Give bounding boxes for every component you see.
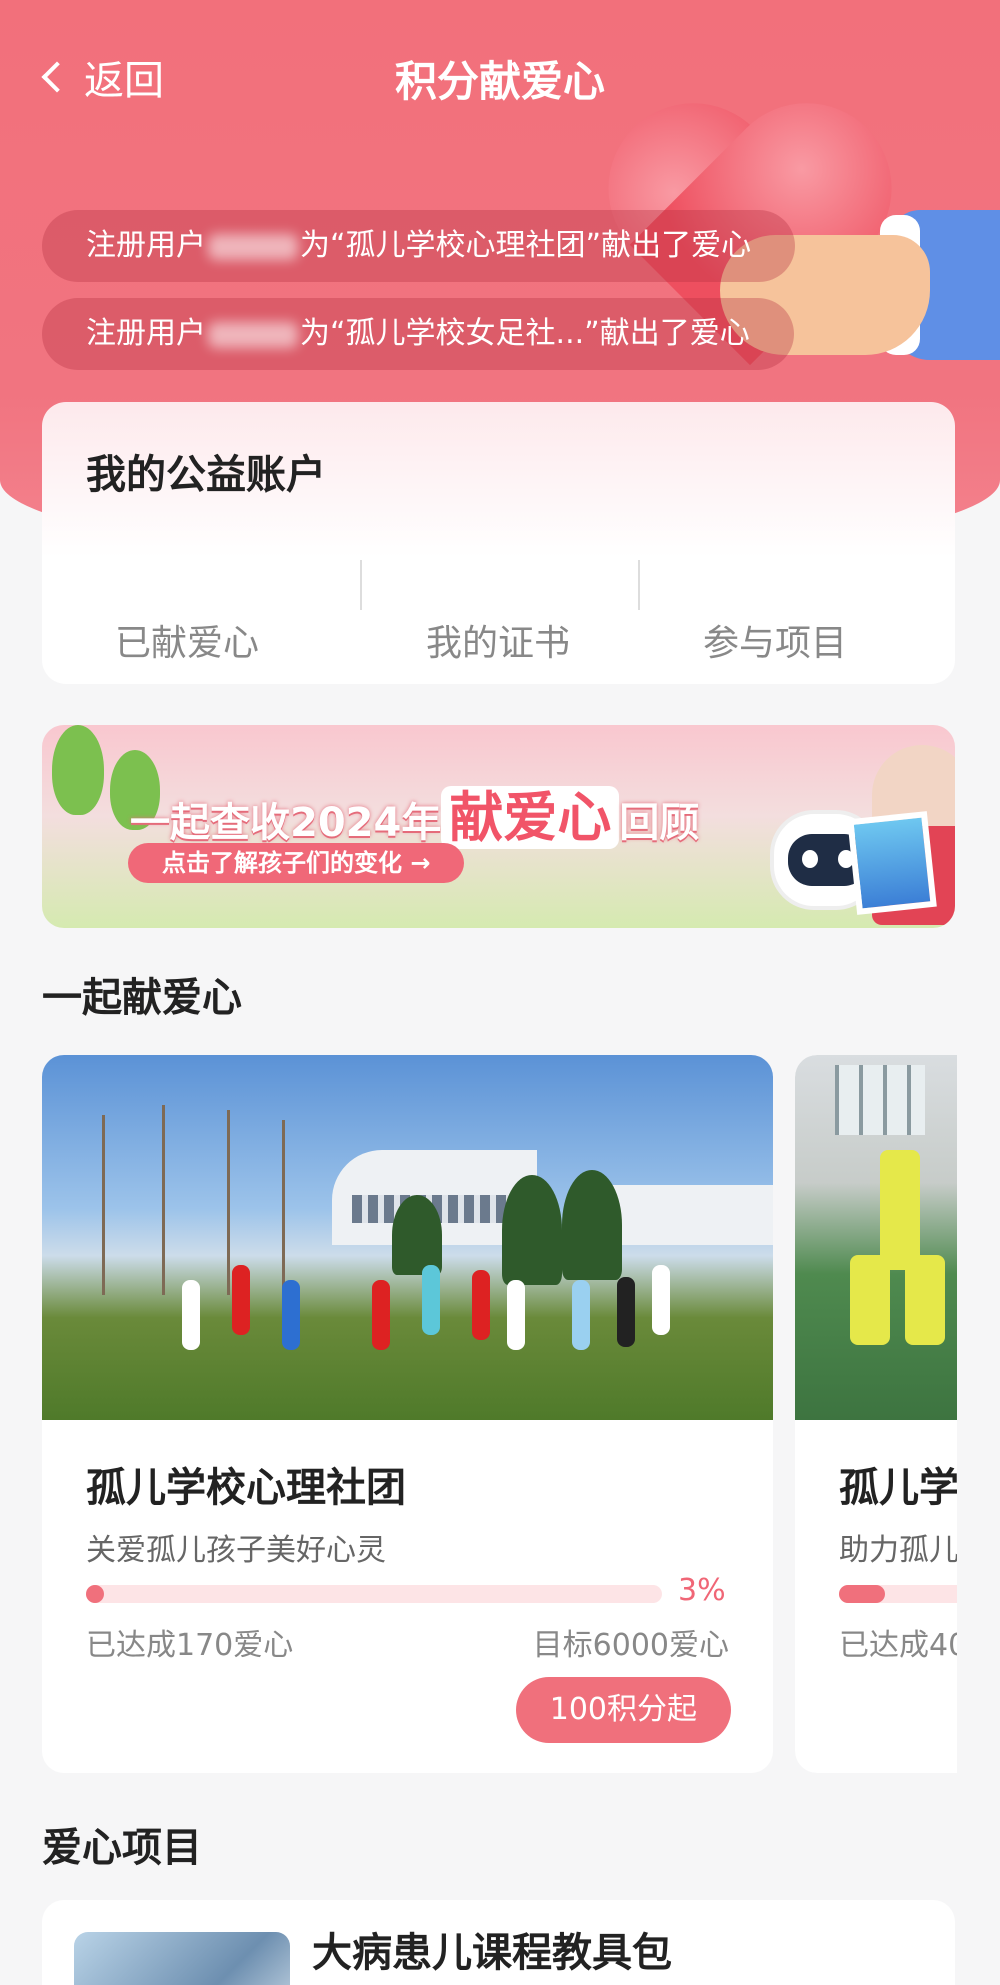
donate-button[interactable]: 100积分起 [515,1677,731,1743]
list-item[interactable]: 大病患儿课程教具包 [42,1900,955,1985]
donation-ticker-item: 注册用户 为“孤儿学校女足社...”献出了爱心 [42,298,794,370]
section-title-together: 一起献爱心 [42,975,242,1021]
tree-decoration [52,725,104,815]
project-card[interactable]: 孤儿学校心理社团 关爱孤儿孩子美好心灵 3% 已达成170爱心 目标6000爱心… [42,1055,773,1773]
stat-value-hidden [127,562,247,602]
page-title: 积分献爱心 [394,57,605,106]
stat-donated-love[interactable]: 已献爱心 [42,562,332,666]
progress-percent: 3% [678,1573,726,1608]
drawing-card [847,811,937,915]
stat-value-hidden [438,562,558,602]
annual-review-banner[interactable]: 一起查收2024年 献爱心 回顾 点击了解孩子们的变化 → [42,725,955,928]
project-subtitle: 关爱孤儿孩子美好心灵 [86,1533,386,1568]
charity-account-card: 我的公益账户 已献爱心 我的证书 参与项目 [42,402,955,684]
progress-bar [86,1585,662,1603]
donation-ticker-item: 注册用户 为“孤儿学校心理社团”献出了爱心 [42,210,796,282]
banner-headline: 一起查收2024年 献爱心 回顾 [130,786,700,849]
project-subtitle: 助力孤儿 [839,1533,957,1568]
project-title: 孤儿学校心理社团 [86,1465,406,1511]
reached-love: 已达成170爱心 [86,1628,294,1663]
progress-fill [839,1585,886,1603]
reached-love: 已达成40 [839,1628,957,1663]
goal-love: 目标6000爱心 [532,1628,729,1663]
project-photo [42,1055,773,1420]
project-card[interactable]: 孤儿学 助力孤儿 已达成40 [795,1055,957,1773]
nav-bar: 返回 积分献爱心 [0,40,1000,110]
project-title: 孤儿学 [839,1465,957,1511]
stat-value-hidden [715,562,835,602]
masked-user-id [208,321,298,348]
stat-my-certificates[interactable]: 我的证书 [353,562,643,666]
list-item-title: 大病患儿课程教具包 [312,1930,672,1976]
section-title-projects: 爱心项目 [42,1825,202,1871]
project-thumbnail [74,1932,290,1985]
banner-cta-button[interactable]: 点击了解孩子们的变化 → [128,843,465,883]
progress-fill [86,1585,104,1603]
account-title: 我的公益账户 [86,452,326,498]
project-card-peek[interactable]: 孤儿学 助力孤儿 已达成40 [795,1055,957,1773]
stat-projects-joined[interactable]: 参与项目 [630,562,920,666]
masked-user-id [208,233,298,260]
project-photo [795,1055,957,1420]
progress-bar [839,1585,957,1603]
